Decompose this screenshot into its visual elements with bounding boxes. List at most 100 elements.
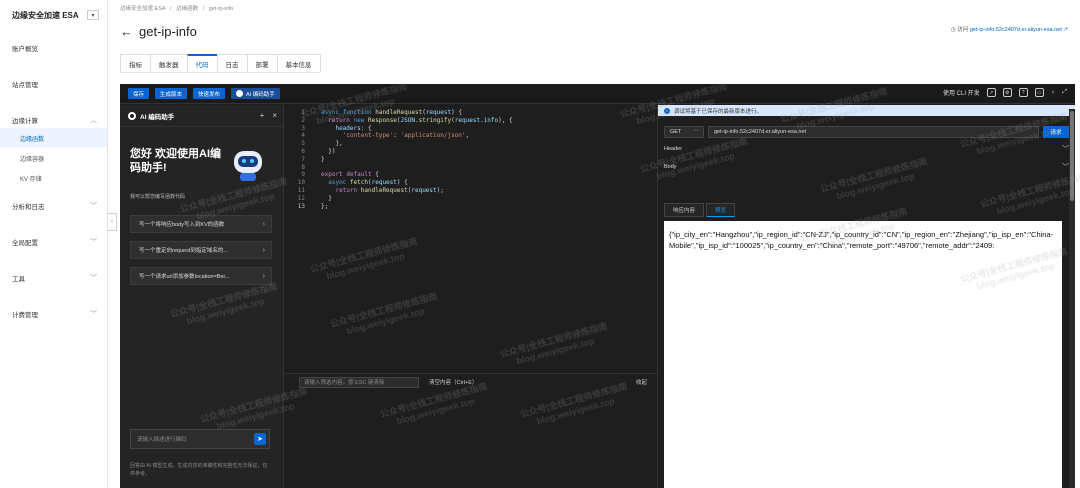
chevron-down-icon: ﹀ [90,203,97,210]
close-icon[interactable]: × [272,111,277,120]
back-arrow-icon[interactable]: ← [120,24,133,39]
page-title: get-ip-info [139,24,197,39]
chevron-right-icon: › [262,272,265,280]
line-number: 6 [301,147,305,155]
ai-panel-actions: + × [260,111,277,120]
help-icon[interactable]: ? [1018,88,1028,97]
tab-code[interactable]: 代码 [186,54,218,72]
chevron-down-icon: ﹀ [90,311,97,318]
nav-sub-kv-storage[interactable]: KV 存储 [0,168,107,188]
header-section-label: Header [664,146,683,152]
console-fold-button[interactable]: 收起 [636,378,647,386]
code-lines: async function handleRequest(request) { … [321,109,513,210]
nav-item-overview[interactable]: 账户概览 [0,30,107,66]
line-number: 2 [301,116,305,124]
tab-response-content[interactable]: 响应内容 [664,203,705,217]
tab-metrics[interactable]: 指标 [120,54,151,72]
terminal-icon[interactable]: ▭ [1034,88,1044,97]
chevron-down-icon: ﹀ [1062,164,1069,171]
tab-bar: 指标 触发器 代码 日志 部署 基本信息 [120,54,321,73]
nav-item-tools[interactable]: 工具 ﹀ [0,260,107,296]
line-number: 12 [297,194,305,202]
ai-suggestion-item[interactable]: 写一个请求url添加参数location=Bei... › [130,267,272,285]
nav-item-label: 工具 [12,276,25,283]
breadcrumb: 边缘安全加速 ESA / 边缘函数 / get-ip-info [120,4,236,12]
build-version-button[interactable]: 生成版本 [155,88,188,99]
tab-triggers[interactable]: 触发器 [150,54,188,72]
chevron-down-icon: ﹀ [1062,146,1069,153]
chevron-down-icon: ﹀ [693,130,699,136]
line-number: 13 [297,202,305,210]
console-panel: 请输入筛选内容，按 ESC 键清除 清空内容（Ctrl+E） 收起 [285,373,657,488]
nav-item-edge-compute[interactable]: 边缘计算 ︿ [0,102,107,138]
quick-publish-button[interactable]: 快速发布 [193,88,226,99]
nav-sub-edge-containers[interactable]: 边缘容器 [0,148,107,168]
visit-link[interactable]: ◷ 访问 get-ip-info.52c2407d.er.aliyun-esa.… [951,25,1068,33]
nav-item-label: 边缘计算 [12,118,38,125]
page-header: ← get-ip-info [120,24,197,39]
console-filter-input[interactable]: 请输入筛选内容，按 ESC 键清除 [299,376,419,388]
open-external-icon[interactable]: ↗ [986,88,996,97]
tab-response-preview[interactable]: 预览 [706,203,736,217]
nav-item-label: 全局配置 [12,240,38,247]
nav-item-billing[interactable]: 计费管理 ﹀ [0,296,107,332]
line-number-gutter: 1 2 3 4 5 6 7 8 9 10 11 12 13 [285,109,309,210]
scrollbar[interactable] [1069,109,1075,488]
response-body: {"ip_city_en":"Hangzhou","ip_region_id":… [664,221,1062,488]
ai-prompt-input[interactable]: 请输入描述进行编码 [130,429,270,449]
save-button[interactable]: 保存 [128,88,150,99]
chevron-down-icon: ﹀ [90,239,97,246]
nav-item-label: 站点管理 [12,82,38,89]
code-editor-ide: 保存 生成版本 快速发布 AI 编码助手 使用 CLI 开发 ↗ ⚙ ? ▭ ♀… [120,84,1075,488]
request-row: GET ﹀ get-ip-info.52c2407d.er.aliyun-esa.… [664,125,1069,139]
console-clear-button[interactable]: 清空内容（Ctrl+E） [429,378,477,386]
ai-suggestion-item[interactable]: 写一个将响应body写入到KV的函数 › [130,215,272,233]
tab-logs[interactable]: 日志 [216,54,248,72]
plus-icon[interactable]: + [260,111,265,120]
header-section[interactable]: Header ﹀ [664,143,1069,155]
chevron-right-icon: › [262,220,265,228]
nav-sub-label: 边缘容器 [20,156,45,163]
fullscreen-icon[interactable]: ⤢ [1062,89,1067,96]
send-request-button[interactable]: 请求 [1043,126,1069,138]
scrollbar-thumb[interactable] [1070,111,1074,201]
debug-preview-panel: i 调试将基于已保存的最新版本进行。 GET ﹀ get-ip-info.52c2… [657,105,1075,488]
line-number: 9 [301,171,305,179]
response-tabs: 响应内容 预览 [664,203,736,217]
nav-item-sites[interactable]: 站点管理 [0,66,107,102]
tab-deploy[interactable]: 部署 [246,54,278,72]
ai-panel-header: AI 编码助手 + × [120,105,283,127]
nav-toggle-button[interactable]: ▾ [87,10,99,20]
nav-item-label: 账户概览 [12,46,38,53]
line-number: 4 [301,132,305,140]
line-number: 5 [301,140,305,148]
nav-item-analytics[interactable]: 分析和日志 ﹀ [0,188,107,224]
code-editor[interactable]: 1 2 3 4 5 6 7 8 9 10 11 12 13 async func… [285,105,657,373]
body-section[interactable]: Body ﹀ [664,161,1069,173]
settings-icon[interactable]: ⚙ [1002,88,1012,97]
tab-basic-info[interactable]: 基本信息 [276,54,321,72]
send-icon[interactable]: ➤ [254,433,266,445]
breadcrumb-item[interactable]: 边缘安全加速 ESA [120,6,166,12]
ai-suggestion-item[interactable]: 写一个重定向request到指定域名的... › [130,241,272,259]
line-number: 11 [297,186,305,194]
breadcrumb-item[interactable]: 边缘函数 [176,6,198,12]
request-url-input[interactable]: get-ip-info.52c2407d.er.aliyun-esa.net [708,126,1039,138]
cli-dev-link[interactable]: 使用 CLI 开发 [943,88,980,97]
ai-icon [236,90,244,97]
bulb-icon[interactable]: ♀ [1051,90,1056,96]
breadcrumb-separator: / [202,6,205,12]
main-content: 边缘安全加速 ESA / 边缘函数 / get-ip-info ← get-ip… [108,0,1080,488]
console-toolbar: 请输入筛选内容，按 ESC 键清除 清空内容（Ctrl+E） 收起 [285,374,657,390]
debug-notice: i 调试将基于已保存的最新版本进行。 [658,105,1075,116]
notice-text: 调试将基于已保存的最新版本进行。 [674,108,763,115]
body-section-label: Body [664,164,677,170]
chevron-right-icon: › [262,246,265,254]
visit-url[interactable]: get-ip-info.52c2407d.er.aliyun-esa.net [970,27,1062,33]
http-method-select[interactable]: GET ﹀ [664,126,704,138]
line-number: 7 [301,155,305,163]
nav-item-global-config[interactable]: 全局配置 ﹀ [0,224,107,260]
ai-assistant-button[interactable]: AI 编码助手 [231,88,280,99]
ai-welcome-text: 您好 欢迎使用AI编码助手! [130,148,222,174]
chevron-down-icon: ﹀ [90,275,97,282]
